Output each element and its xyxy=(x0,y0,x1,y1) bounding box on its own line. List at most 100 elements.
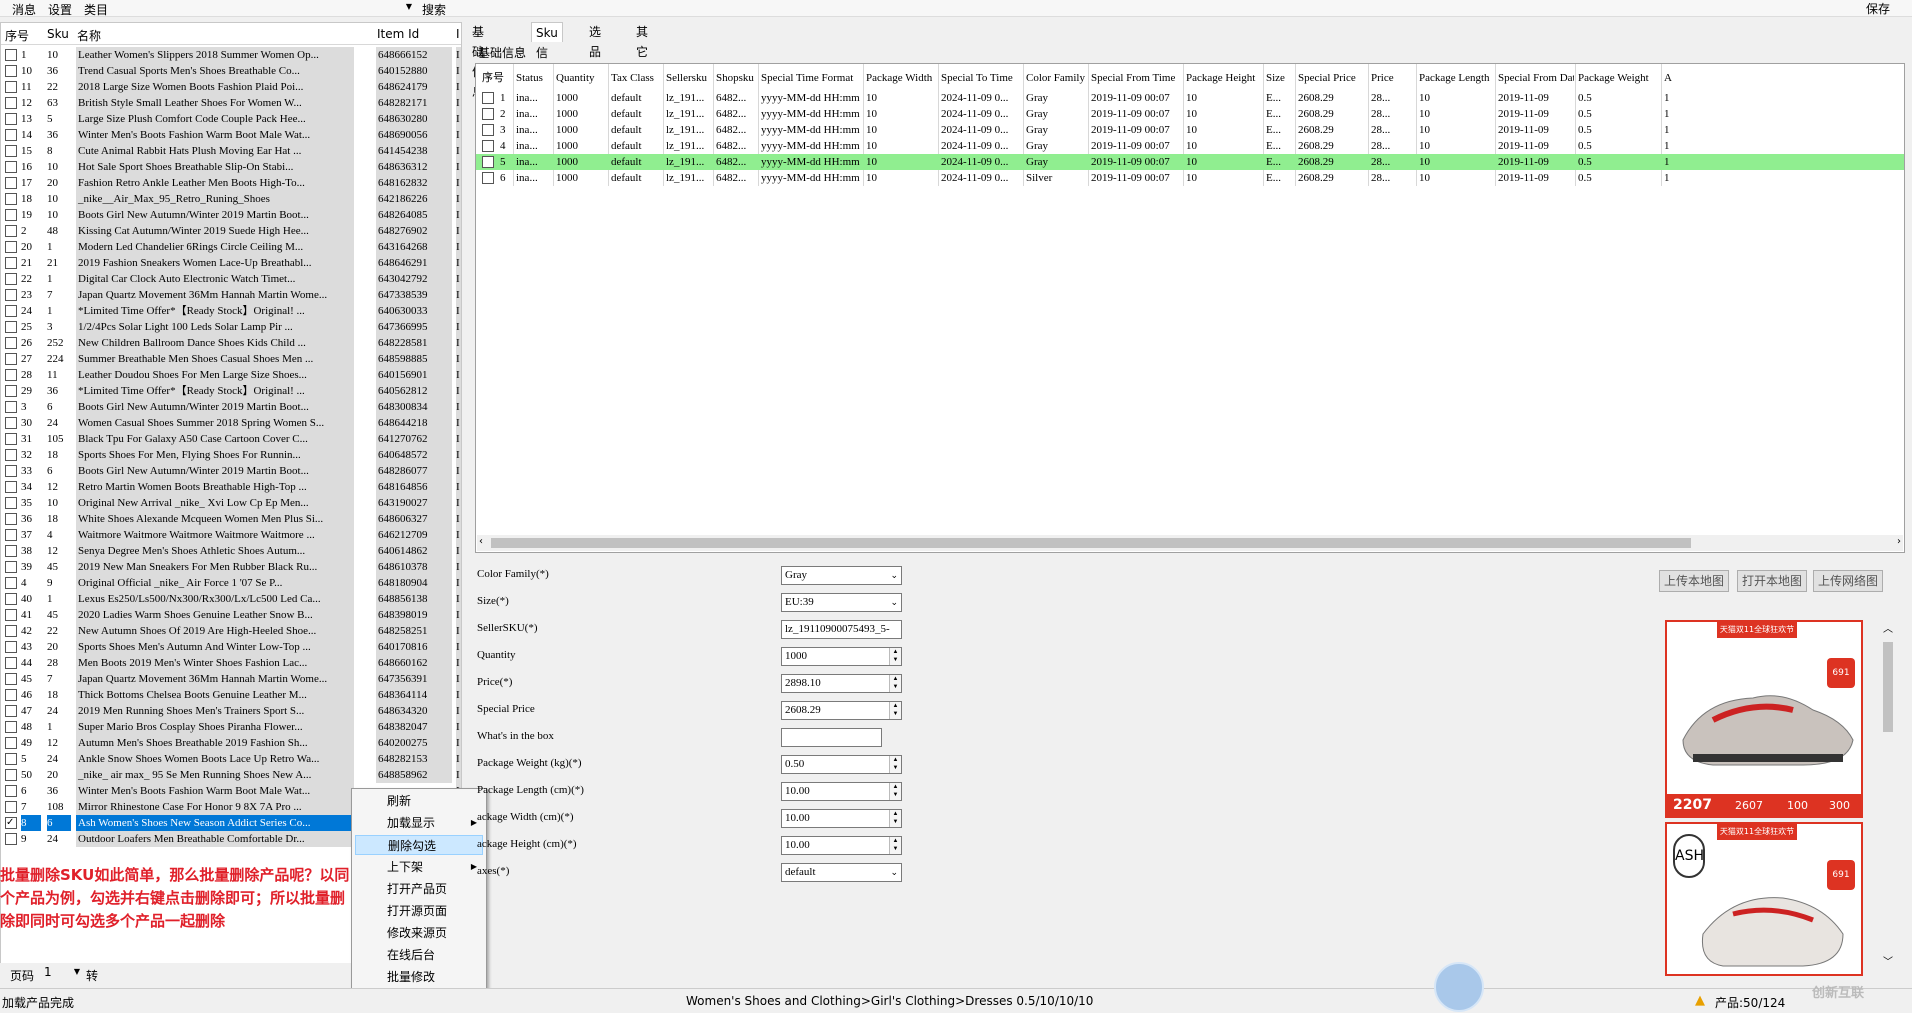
row-checkbox[interactable] xyxy=(5,609,17,621)
tab-sku-info[interactable]: Sku信息 xyxy=(531,22,563,80)
row-checkbox[interactable] xyxy=(5,81,17,93)
scrollbar-thumb[interactable] xyxy=(1883,642,1893,732)
product-image-1[interactable]: 天猫双11全球狂欢节 691 2207 2607 100 300 xyxy=(1665,620,1863,818)
product-row[interactable]: 28 11 Leather Doudou Shoes For Men Large S… xyxy=(1,367,461,383)
context-menu-item[interactable]: 打开源页面 xyxy=(355,901,483,921)
product-row[interactable]: 50 20 _nike_ air max_ 95 Se Men Running Sh… xyxy=(1,767,461,783)
row-checkbox[interactable] xyxy=(5,241,17,253)
scroll-right-icon[interactable]: › xyxy=(1897,536,1901,547)
product-row[interactable]: 13 5 Large Size Plush Comfort Code Couple … xyxy=(1,111,461,127)
product-row[interactable]: 10 36 Trend Casual Sports Men's Shoes Brea… xyxy=(1,63,461,79)
row-checkbox[interactable] xyxy=(5,433,17,445)
row-checkbox[interactable] xyxy=(5,465,17,477)
product-row[interactable]: 38 12 Senya Degree Men's Shoes Athletic Sh… xyxy=(1,543,461,559)
sku-row[interactable]: 5 ina... 1000 default lz_191... 6482... yyyy-M… xyxy=(476,154,1904,170)
row-checkbox[interactable] xyxy=(5,657,17,669)
row-checkbox[interactable] xyxy=(5,209,17,221)
spinner-arrows-icon[interactable]: ▲ ▼ xyxy=(889,783,901,800)
row-checkbox[interactable] xyxy=(5,225,17,237)
spinner-arrows-icon[interactable]: ▲ ▼ xyxy=(889,702,901,719)
spinner-arrows-icon[interactable]: ▲ ▼ xyxy=(889,675,901,692)
context-menu-item[interactable]: 修改来源页 xyxy=(355,923,483,943)
product-row[interactable]: 42 22 New Autumn Shoes Of 2019 Are High-He… xyxy=(1,623,461,639)
form-select[interactable]: Gray ⌄ xyxy=(781,566,902,585)
sku-row[interactable]: 2 ina... 1000 default lz_191... 6482... yyyy-M… xyxy=(476,106,1904,122)
row-checkbox[interactable] xyxy=(5,321,17,333)
grid-col-header[interactable]: Package Width xyxy=(866,68,937,88)
form-spinner[interactable]: 1000 ▲ ▼ xyxy=(781,647,902,666)
product-row[interactable]: 45 7 Japan Quartz Movement 36Mm Hannah Mar… xyxy=(1,671,461,687)
spinner-arrows-icon[interactable]: ▲ ▼ xyxy=(889,648,901,665)
row-checkbox[interactable] xyxy=(5,673,17,685)
row-checkbox[interactable] xyxy=(5,113,17,125)
product-row[interactable]: 5 24 Ankle Snow Shoes Women Boots Lace Up … xyxy=(1,751,461,767)
row-checkbox[interactable] xyxy=(5,289,17,301)
grid-col-header[interactable]: Special From Time xyxy=(1091,68,1182,88)
product-row[interactable]: 18 10 _nike__Air_Max_95_Retro_Runing_Shoes… xyxy=(1,191,461,207)
row-checkbox[interactable] xyxy=(5,273,17,285)
grid-col-header[interactable]: Special Price xyxy=(1298,68,1367,88)
row-checkbox[interactable] xyxy=(5,593,17,605)
row-checkbox[interactable] xyxy=(5,785,17,797)
row-checkbox[interactable] xyxy=(5,625,17,637)
product-row[interactable]: 44 28 Men Boots 2019 Men's Winter Shoes Fa… xyxy=(1,655,461,671)
row-checkbox[interactable] xyxy=(5,753,17,765)
product-row[interactable]: 29 36 *Limited Time Offer*【Ready Stock】Ori… xyxy=(1,383,461,399)
row-checkbox[interactable] xyxy=(5,385,17,397)
form-spinner[interactable]: 10.00 ▲ ▼ xyxy=(781,782,902,801)
product-row[interactable]: 22 1 Digital Car Clock Auto Electronic Wat… xyxy=(1,271,461,287)
product-row[interactable]: 27 224 Summer Breathable Men Shoes Casual … xyxy=(1,351,461,367)
grid-col-header[interactable]: A xyxy=(1664,68,1672,88)
open-local-image-button[interactable]: 打开本地图 xyxy=(1737,570,1808,592)
row-checkbox[interactable] xyxy=(5,177,17,189)
product-row[interactable]: 14 36 Winter Men's Boots Fashion Warm Boot… xyxy=(1,127,461,143)
context-menu-item[interactable]: 批量修改 xyxy=(355,967,483,987)
product-row[interactable]: 41 45 2020 Ladies Warm Shoes Genuine Leath… xyxy=(1,607,461,623)
menu-settings[interactable]: 设置 xyxy=(48,1,72,18)
col-itemid-header[interactable]: Item Id xyxy=(377,27,419,41)
grid-col-header[interactable]: Shopsku xyxy=(716,68,757,88)
row-checkbox[interactable] xyxy=(5,353,17,365)
row-checkbox[interactable] xyxy=(5,129,17,141)
product-row[interactable]: 31 105 Black Tpu For Galaxy A50 Case Carto… xyxy=(1,431,461,447)
row-checkbox[interactable] xyxy=(5,305,17,317)
form-spinner[interactable]: 2608.29 ▲ ▼ xyxy=(781,701,902,720)
product-row[interactable]: 49 12 Autumn Men's Shoes Breathable 2019 F… xyxy=(1,735,461,751)
row-checkbox[interactable] xyxy=(5,49,17,61)
form-select[interactable]: EU:39 ⌄ xyxy=(781,593,902,612)
row-checkbox[interactable] xyxy=(5,369,17,381)
context-menu-item[interactable]: 在线后台 xyxy=(355,945,483,965)
product-row[interactable]: 24 1 *Limited Time Offer*【Ready Stock】Orig… xyxy=(1,303,461,319)
col-name-header[interactable]: 名称 xyxy=(77,27,101,44)
save-button[interactable]: 保存 xyxy=(1866,0,1890,17)
row-checkbox[interactable] xyxy=(5,97,17,109)
product-row[interactable]: 30 24 Women Casual Shoes Summer 2018 Sprin… xyxy=(1,415,461,431)
product-row[interactable]: 12 63 British Style Small Leather Shoes Fo… xyxy=(1,95,461,111)
row-checkbox[interactable] xyxy=(5,801,17,813)
context-menu-item[interactable]: 刷新 xyxy=(355,791,483,811)
product-row[interactable]: 25 3 1/2/4Pcs Solar Light 100 Leds Solar L… xyxy=(1,319,461,335)
grid-col-header[interactable]: Quantity xyxy=(556,68,607,88)
grid-col-header[interactable]: 序号 xyxy=(482,68,512,88)
grid-col-header[interactable]: Package Length xyxy=(1419,68,1494,88)
product-row[interactable]: 39 45 2019 New Man Sneakers For Men Rubber… xyxy=(1,559,461,575)
row-checkbox[interactable] xyxy=(5,193,17,205)
grid-col-header[interactable]: Price xyxy=(1371,68,1415,88)
sku-row-checkbox[interactable] xyxy=(482,92,494,104)
menu-category[interactable]: 类目 xyxy=(84,1,108,18)
grid-col-header[interactable]: Status xyxy=(516,68,552,88)
row-checkbox[interactable] xyxy=(5,401,17,413)
col-index-header[interactable]: 序号 xyxy=(5,27,29,44)
sku-row-checkbox[interactable] xyxy=(482,108,494,120)
row-checkbox[interactable] xyxy=(5,257,17,269)
row-checkbox[interactable] xyxy=(5,833,17,845)
product-row[interactable]: 33 6 Boots Girl New Autumn/Winter 2019 Mar… xyxy=(1,463,461,479)
grid-col-header[interactable]: Tax Class xyxy=(611,68,662,88)
grid-col-header[interactable]: Special Time Format xyxy=(761,68,862,88)
image-scrollbar[interactable]: ︿ ﹀ xyxy=(1880,620,1896,968)
row-checkbox[interactable] xyxy=(5,769,17,781)
row-checkbox[interactable] xyxy=(5,145,17,157)
sku-row[interactable]: 6 ina... 1000 default lz_191... 6482... yyyy-M… xyxy=(476,170,1904,186)
upload-web-image-button[interactable]: 上传网络图 xyxy=(1813,570,1884,592)
col-extra-header[interactable]: I xyxy=(456,27,460,41)
